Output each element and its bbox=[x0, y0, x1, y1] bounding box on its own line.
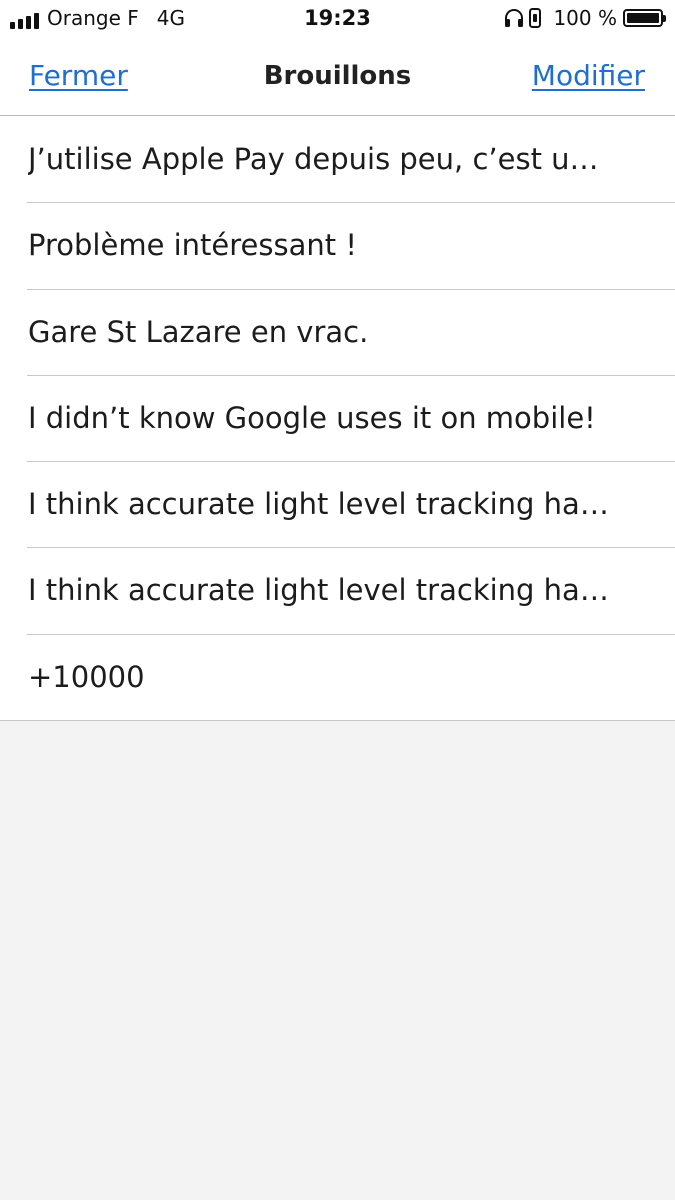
edit-button[interactable]: Modifier bbox=[532, 58, 645, 94]
battery-level-fill bbox=[627, 13, 659, 23]
draft-text: Problème intéressant ! bbox=[28, 228, 357, 263]
draft-item[interactable]: Gare St Lazare en vrac. bbox=[0, 288, 675, 375]
draft-item[interactable]: J’utilise Apple Pay depuis peu, c’est u… bbox=[0, 116, 675, 202]
draft-text: I didn’t know Google uses it on mobile! bbox=[28, 400, 596, 435]
draft-item[interactable]: +10000 bbox=[0, 633, 675, 720]
battery-icon bbox=[623, 9, 666, 27]
status-bar: Orange F 4G 19:23 100 % bbox=[0, 0, 675, 38]
headphones-icon bbox=[505, 9, 524, 27]
draft-item[interactable]: I didn’t know Google uses it on mobile! bbox=[0, 374, 675, 461]
draft-text: J’utilise Apple Pay depuis peu, c’est u… bbox=[28, 142, 599, 176]
orientation-lock-icon bbox=[529, 8, 542, 28]
status-right: 100 % bbox=[503, 6, 666, 30]
draft-item[interactable]: I think accurate light level tracking ha… bbox=[0, 547, 675, 633]
draft-text: I think accurate light level tracking ha… bbox=[28, 487, 609, 522]
drafts-list: J’utilise Apple Pay depuis peu, c’est u…… bbox=[0, 116, 675, 722]
battery-percentage: 100 % bbox=[553, 6, 617, 30]
draft-text: I think accurate light level tracking ha… bbox=[28, 573, 609, 608]
draft-item[interactable]: Problème intéressant ! bbox=[0, 202, 675, 288]
draft-item[interactable]: I think accurate light level tracking ha… bbox=[0, 461, 675, 547]
draft-text: Gare St Lazare en vrac. bbox=[28, 314, 369, 349]
navigation-bar: Fermer Brouillons Modifier bbox=[0, 38, 675, 116]
draft-text: +10000 bbox=[28, 659, 145, 694]
